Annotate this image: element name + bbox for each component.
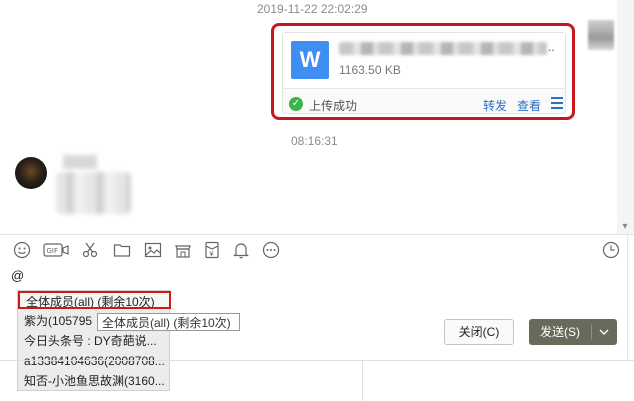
mention-item[interactable]: 知否-小池鱼思故渊(3160...	[18, 372, 171, 390]
history-clock-icon[interactable]	[602, 241, 620, 259]
bell-icon[interactable]	[231, 240, 251, 260]
file-size: 1163.50 KB	[339, 63, 401, 77]
red-packet-icon[interactable]: ¥	[202, 240, 222, 260]
contact-name-blurred	[63, 155, 97, 169]
upload-status: 上传成功	[309, 99, 358, 113]
screenshot-scissors-icon[interactable]	[80, 240, 100, 260]
send-button-separator	[591, 324, 592, 340]
mention-popup: 全体成员(all) (剩余10次) 紫为(105795 今日头条号 : DY奇葩…	[17, 290, 171, 391]
folder-icon[interactable]	[112, 240, 132, 260]
more-menu-icon[interactable]	[551, 97, 563, 109]
message-timestamp: 08:16:31	[291, 134, 338, 148]
mention-item-all[interactable]: 全体成员(all) (剩余10次)	[18, 291, 171, 309]
send-options-chevron-down-icon[interactable]	[593, 319, 617, 345]
mention-item[interactable]: a13384104636(2008708...	[18, 352, 171, 370]
file-name-blurred	[339, 42, 547, 55]
mention-tooltip: 全体成员(all) (剩余10次)	[97, 313, 240, 331]
message-timestamp: 2019-11-22 22:02:29	[257, 2, 368, 16]
bottom-vertical-divider	[362, 361, 363, 401]
emoji-icon[interactable]	[12, 240, 32, 260]
mention-item[interactable]: 今日头条号 : DY奇葩说...	[18, 332, 171, 350]
file-message-card[interactable]: W .. 1163.50 KB ✓ 上传成功 转发 查看	[271, 23, 575, 120]
send-button-label: 发送(S)	[540, 325, 580, 339]
close-button[interactable]: 关闭(C)	[444, 319, 514, 345]
file-card-header: W .. 1163.50 KB	[283, 33, 565, 89]
shop-icon[interactable]	[173, 240, 193, 260]
composer-divider	[0, 234, 634, 235]
svg-text:GIF: GIF	[47, 247, 59, 255]
svg-text:¥: ¥	[209, 250, 214, 258]
gif-icon[interactable]: GIF	[43, 240, 69, 260]
upload-success-icon: ✓	[289, 97, 303, 111]
composer-right-border	[627, 234, 628, 361]
forward-link[interactable]: 转发	[483, 97, 507, 114]
file-name-ellipsis: ..	[548, 40, 555, 54]
sender-avatar[interactable]	[588, 20, 614, 50]
chat-scrollbar[interactable]	[617, 0, 634, 234]
message-bubble-blurred	[56, 172, 131, 214]
more-icon[interactable]	[261, 240, 281, 260]
composer-input[interactable]: @	[11, 268, 24, 283]
send-button[interactable]: 发送(S)	[529, 319, 617, 345]
file-card-body: W .. 1163.50 KB ✓ 上传成功 转发 查看	[282, 32, 566, 114]
view-link[interactable]: 查看	[517, 97, 541, 114]
image-icon[interactable]	[143, 240, 163, 260]
word-file-icon: W	[291, 41, 329, 79]
contact-avatar[interactable]	[15, 157, 47, 189]
scroll-down-arrow-icon[interactable]: ▾	[619, 222, 631, 232]
bottom-divider	[0, 360, 634, 361]
